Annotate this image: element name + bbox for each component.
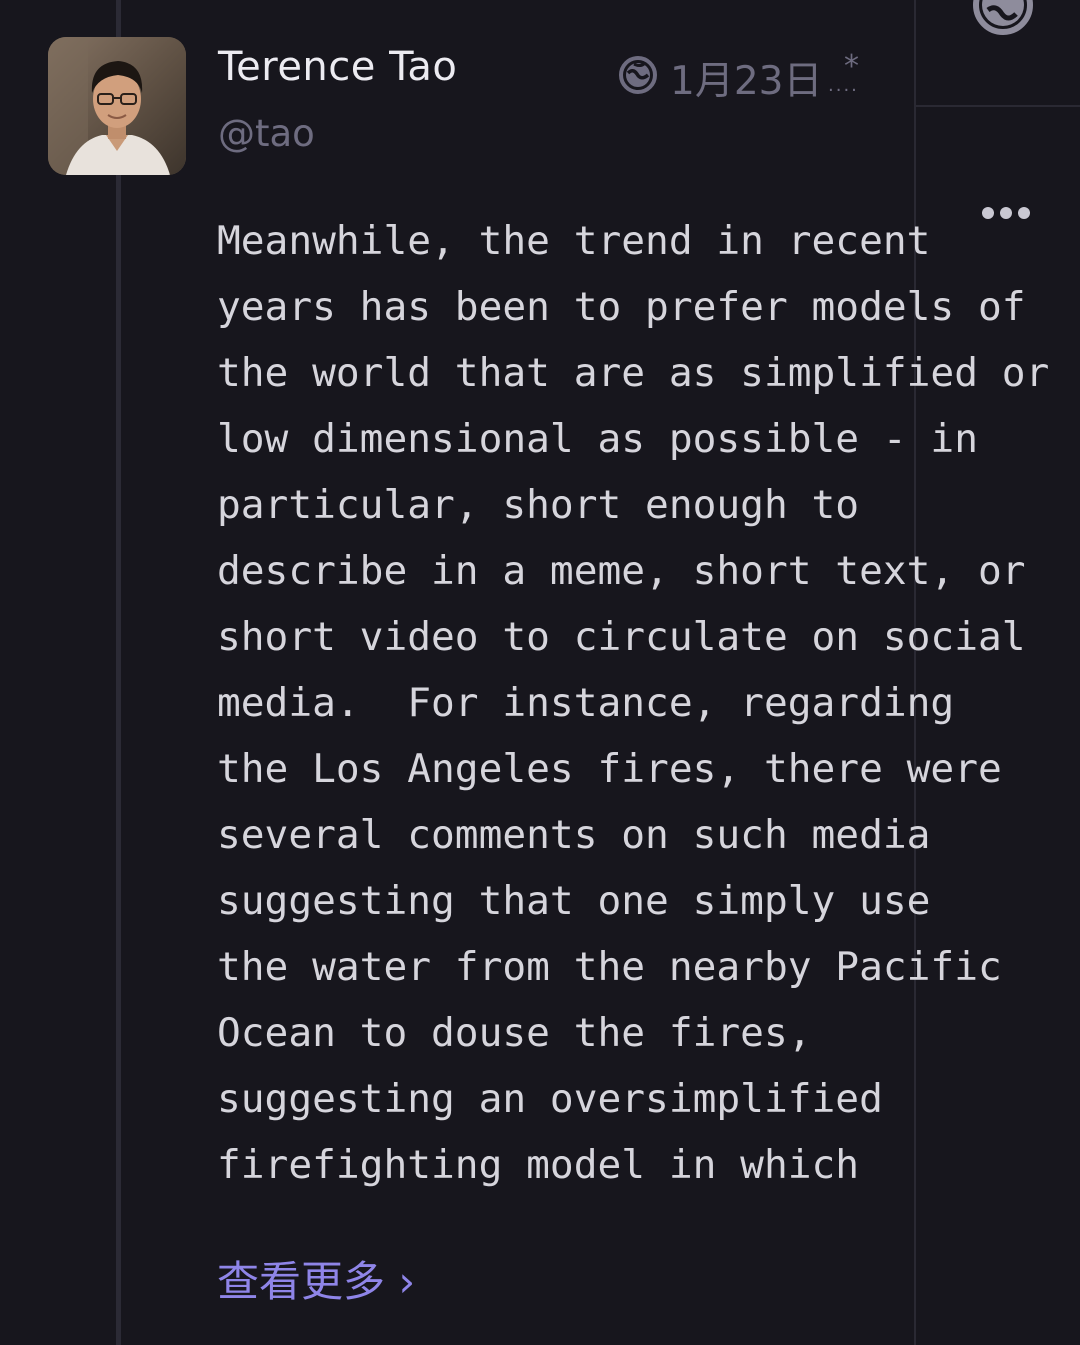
post-text-line: describe in a meme, short text, or (217, 548, 1026, 594)
post-text-line: the world that are as simplified or (217, 350, 1050, 396)
edited-dots-icon: ···· (828, 80, 859, 101)
post-timestamp[interactable]: 1月23日 (670, 50, 822, 106)
post-text-line: Meanwhile, the trend in recent (217, 218, 931, 264)
post-text-line: firefighting model in which (217, 1142, 860, 1188)
edited-asterisk: * (844, 49, 859, 84)
post-text-line: several comments on such media (217, 812, 931, 858)
author-handle[interactable]: @tao (218, 112, 315, 155)
post-text-line: suggesting that one simply use (217, 878, 931, 924)
avatar[interactable] (48, 37, 186, 175)
author-display-name[interactable]: Terence Tao (218, 44, 457, 90)
avatar-image (48, 37, 186, 175)
show-more-link[interactable]: 查看更多 › (217, 1248, 415, 1309)
post-text-line: the water from the nearby Pacific (217, 944, 1002, 990)
globe-icon[interactable] (972, 0, 1034, 36)
column-divider (914, 0, 916, 1345)
post-text-line: low dimensional as possible - in (217, 416, 978, 462)
edited-indicator: * ···· (828, 52, 870, 100)
post-text-line: Ocean to douse the fires, (217, 1010, 812, 1056)
post-text-line: suggesting an oversimplified (217, 1076, 883, 1122)
post-text-line: particular, short enough to (217, 482, 860, 528)
sidebar-divider (916, 105, 1080, 107)
more-horizontal-icon[interactable] (978, 196, 1034, 230)
post-text-line: short video to circulate on social (217, 614, 1026, 660)
thread-line (116, 0, 121, 1345)
post-content: Meanwhile, the trend in recent years has … (217, 208, 1050, 1198)
post-text-line: the Los Angeles fires, there were (217, 746, 1002, 792)
globe-icon (619, 56, 657, 94)
post-text-line: media. For instance, regarding (217, 680, 955, 726)
post-text-line: years has been to prefer models of (217, 284, 1026, 330)
